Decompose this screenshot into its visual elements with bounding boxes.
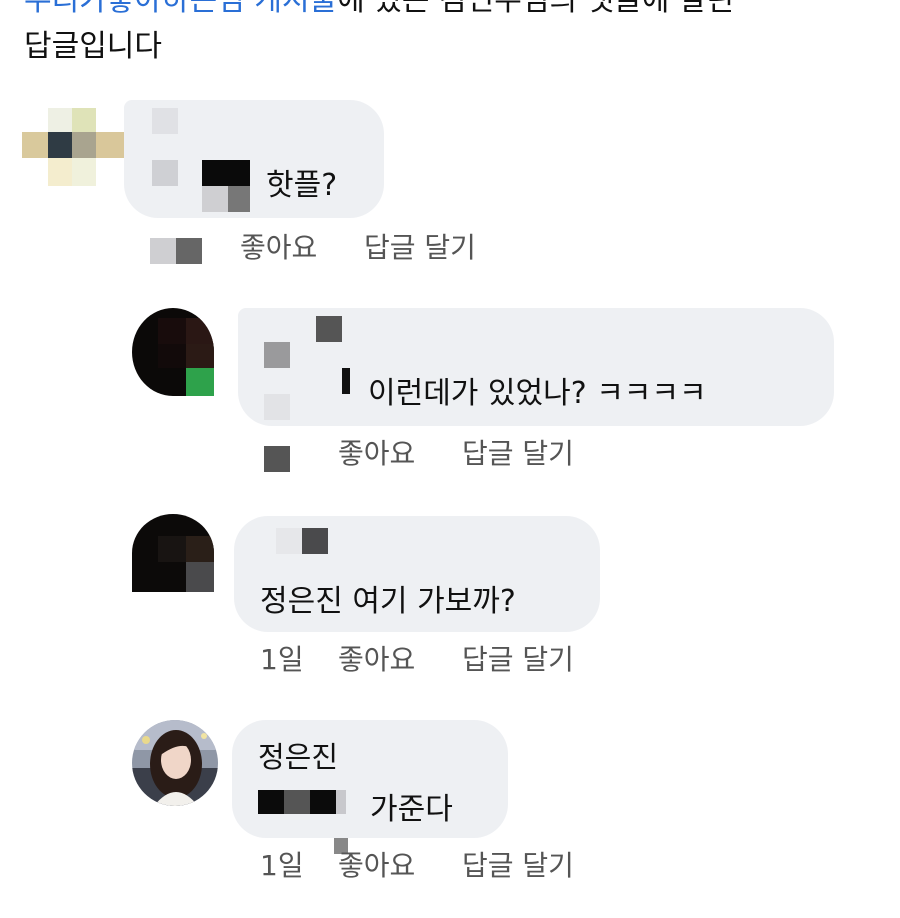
comment-text: 핫플?: [266, 168, 338, 203]
header-prefix[interactable]: 우리가좋아: [24, 0, 162, 18]
reply-button[interactable]: 답글 달기: [462, 844, 574, 884]
profile-photo-icon: [132, 720, 218, 806]
redacted-name-block: [228, 186, 250, 212]
header-rest: 에 있는 김민수님의 댓글에 달린: [337, 0, 735, 18]
pixelated-avatar-icon: [132, 514, 214, 592]
like-button[interactable]: 좋아요: [338, 844, 415, 884]
comment-bubble: 이런데가 있었나? ㅋㅋㅋㅋ: [238, 308, 834, 426]
header-line-1: 우리가좋아하는님 게시물에 있는 김민수님의 댓글에 달린: [24, 0, 884, 24]
redacted-name-block: [264, 342, 290, 368]
redacted-name-block: [152, 160, 178, 186]
reply-button[interactable]: 답글 달기: [462, 432, 574, 472]
comment-text: 가준다: [370, 792, 453, 827]
comment-bubble: 정은진 여기 가보까?: [234, 516, 600, 632]
comment-timestamp[interactable]: 1일: [260, 638, 304, 678]
commenter-avatar[interactable]: [22, 108, 124, 188]
commenter-avatar[interactable]: [132, 720, 218, 806]
redacted-name-block: [202, 160, 250, 186]
redacted-name-block: [276, 528, 302, 554]
like-button[interactable]: 좋아요: [240, 226, 317, 266]
redacted-mention-block: [258, 790, 284, 814]
thread-context-header: 우리가좋아하는님 게시물에 있는 김민수님의 댓글에 달린 답글입니다: [24, 0, 884, 70]
redacted-name-block: [152, 108, 178, 134]
redacted-name-block: [302, 528, 328, 554]
redacted-mention-block: [284, 790, 310, 814]
like-button[interactable]: 좋아요: [338, 638, 415, 678]
comment-bubble: 정은진 가준다: [232, 720, 508, 838]
reply-button[interactable]: 답글 달기: [462, 638, 574, 678]
comment-timestamp[interactable]: 1일: [260, 844, 304, 884]
pixelated-avatar-icon: [22, 108, 124, 186]
header-line-2: 답글입니다: [24, 29, 162, 64]
header-user-link[interactable]: 하는님: [162, 0, 245, 18]
redacted-name-block: [342, 368, 350, 394]
redacted-time-block: [176, 238, 202, 264]
header-post-link[interactable]: 게시물: [254, 0, 337, 18]
comment-text: 정은진 여기 가보까?: [260, 584, 516, 619]
like-button[interactable]: 좋아요: [338, 432, 415, 472]
comment-text: 이런데가 있었나? ㅋㅋㅋㅋ: [368, 376, 707, 411]
redacted-name-block: [264, 394, 290, 420]
redacted-time-block: [264, 446, 290, 472]
comment-author[interactable]: 정은진: [258, 734, 338, 776]
redacted-name-block: [316, 316, 342, 342]
redacted-mention-block: [310, 790, 336, 814]
redacted-name-block: [202, 186, 228, 212]
commenter-avatar[interactable]: [132, 514, 214, 592]
redacted-mention-block: [336, 790, 346, 814]
pixelated-avatar-icon: [132, 308, 214, 396]
redacted-time-block: [150, 238, 176, 264]
reply-button[interactable]: 답글 달기: [364, 226, 476, 266]
comment-bubble: 핫플?: [124, 100, 384, 218]
commenter-avatar[interactable]: [132, 308, 214, 396]
